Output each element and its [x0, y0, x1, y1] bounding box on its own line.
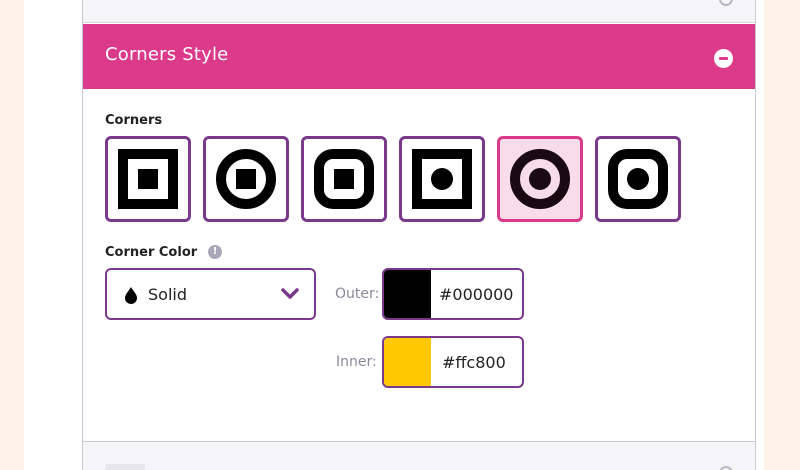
square-dot-corner-icon	[412, 149, 472, 209]
corners-style-body: Corners Corner Color ! Solid Outer: #000…	[83, 89, 755, 441]
inner-color-swatch[interactable]	[384, 338, 431, 386]
previous-accordion-section[interactable]	[83, 0, 755, 23]
corner-option-rounded-square[interactable]	[301, 136, 387, 222]
collapse-icon[interactable]	[714, 49, 733, 68]
expand-icon[interactable]	[719, 466, 733, 470]
settings-panel: Corners Style Corners Corner Color ! Sol…	[82, 0, 756, 470]
app-page: Corners Style Corners Corner Color ! Sol…	[24, 0, 764, 470]
corners-label: Corners	[105, 113, 163, 128]
next-accordion-section[interactable]	[83, 441, 755, 470]
circle-square-corner-icon	[216, 149, 276, 209]
expand-icon[interactable]	[719, 0, 733, 6]
outer-color-label: Outer:	[335, 286, 380, 302]
corners-style-header[interactable]: Corners Style	[83, 24, 755, 89]
rounded-dot-corner-icon	[608, 149, 668, 209]
outer-color-swatch[interactable]	[384, 270, 431, 318]
info-icon[interactable]: !	[208, 245, 222, 259]
square-square-corner-icon	[118, 149, 178, 209]
color-mode-select[interactable]: Solid	[105, 268, 316, 320]
section-title: Corners Style	[105, 44, 229, 65]
corner-option-circle-square[interactable]	[203, 136, 289, 222]
corner-option-circle-dot[interactable]	[497, 136, 583, 222]
droplet-icon	[125, 287, 137, 304]
outer-color-hex[interactable]: #000000	[439, 285, 513, 304]
corner-option-square-dot[interactable]	[399, 136, 485, 222]
corner-color-label: Corner Color	[105, 245, 198, 260]
corner-option-rounded-dot[interactable]	[595, 136, 681, 222]
circle-dot-corner-icon	[510, 149, 570, 209]
next-section-title	[105, 464, 145, 470]
color-mode-value: Solid	[148, 285, 187, 304]
corner-option-square-square[interactable]	[105, 136, 191, 222]
inner-color-hex[interactable]: #ffc800	[442, 353, 506, 372]
rounded-square-corner-icon	[314, 149, 374, 209]
chevron-down-icon	[281, 288, 299, 299]
inner-color-label: Inner:	[336, 354, 377, 370]
inner-color-picker[interactable]: #ffc800	[382, 336, 524, 388]
outer-color-picker[interactable]: #000000	[382, 268, 524, 320]
